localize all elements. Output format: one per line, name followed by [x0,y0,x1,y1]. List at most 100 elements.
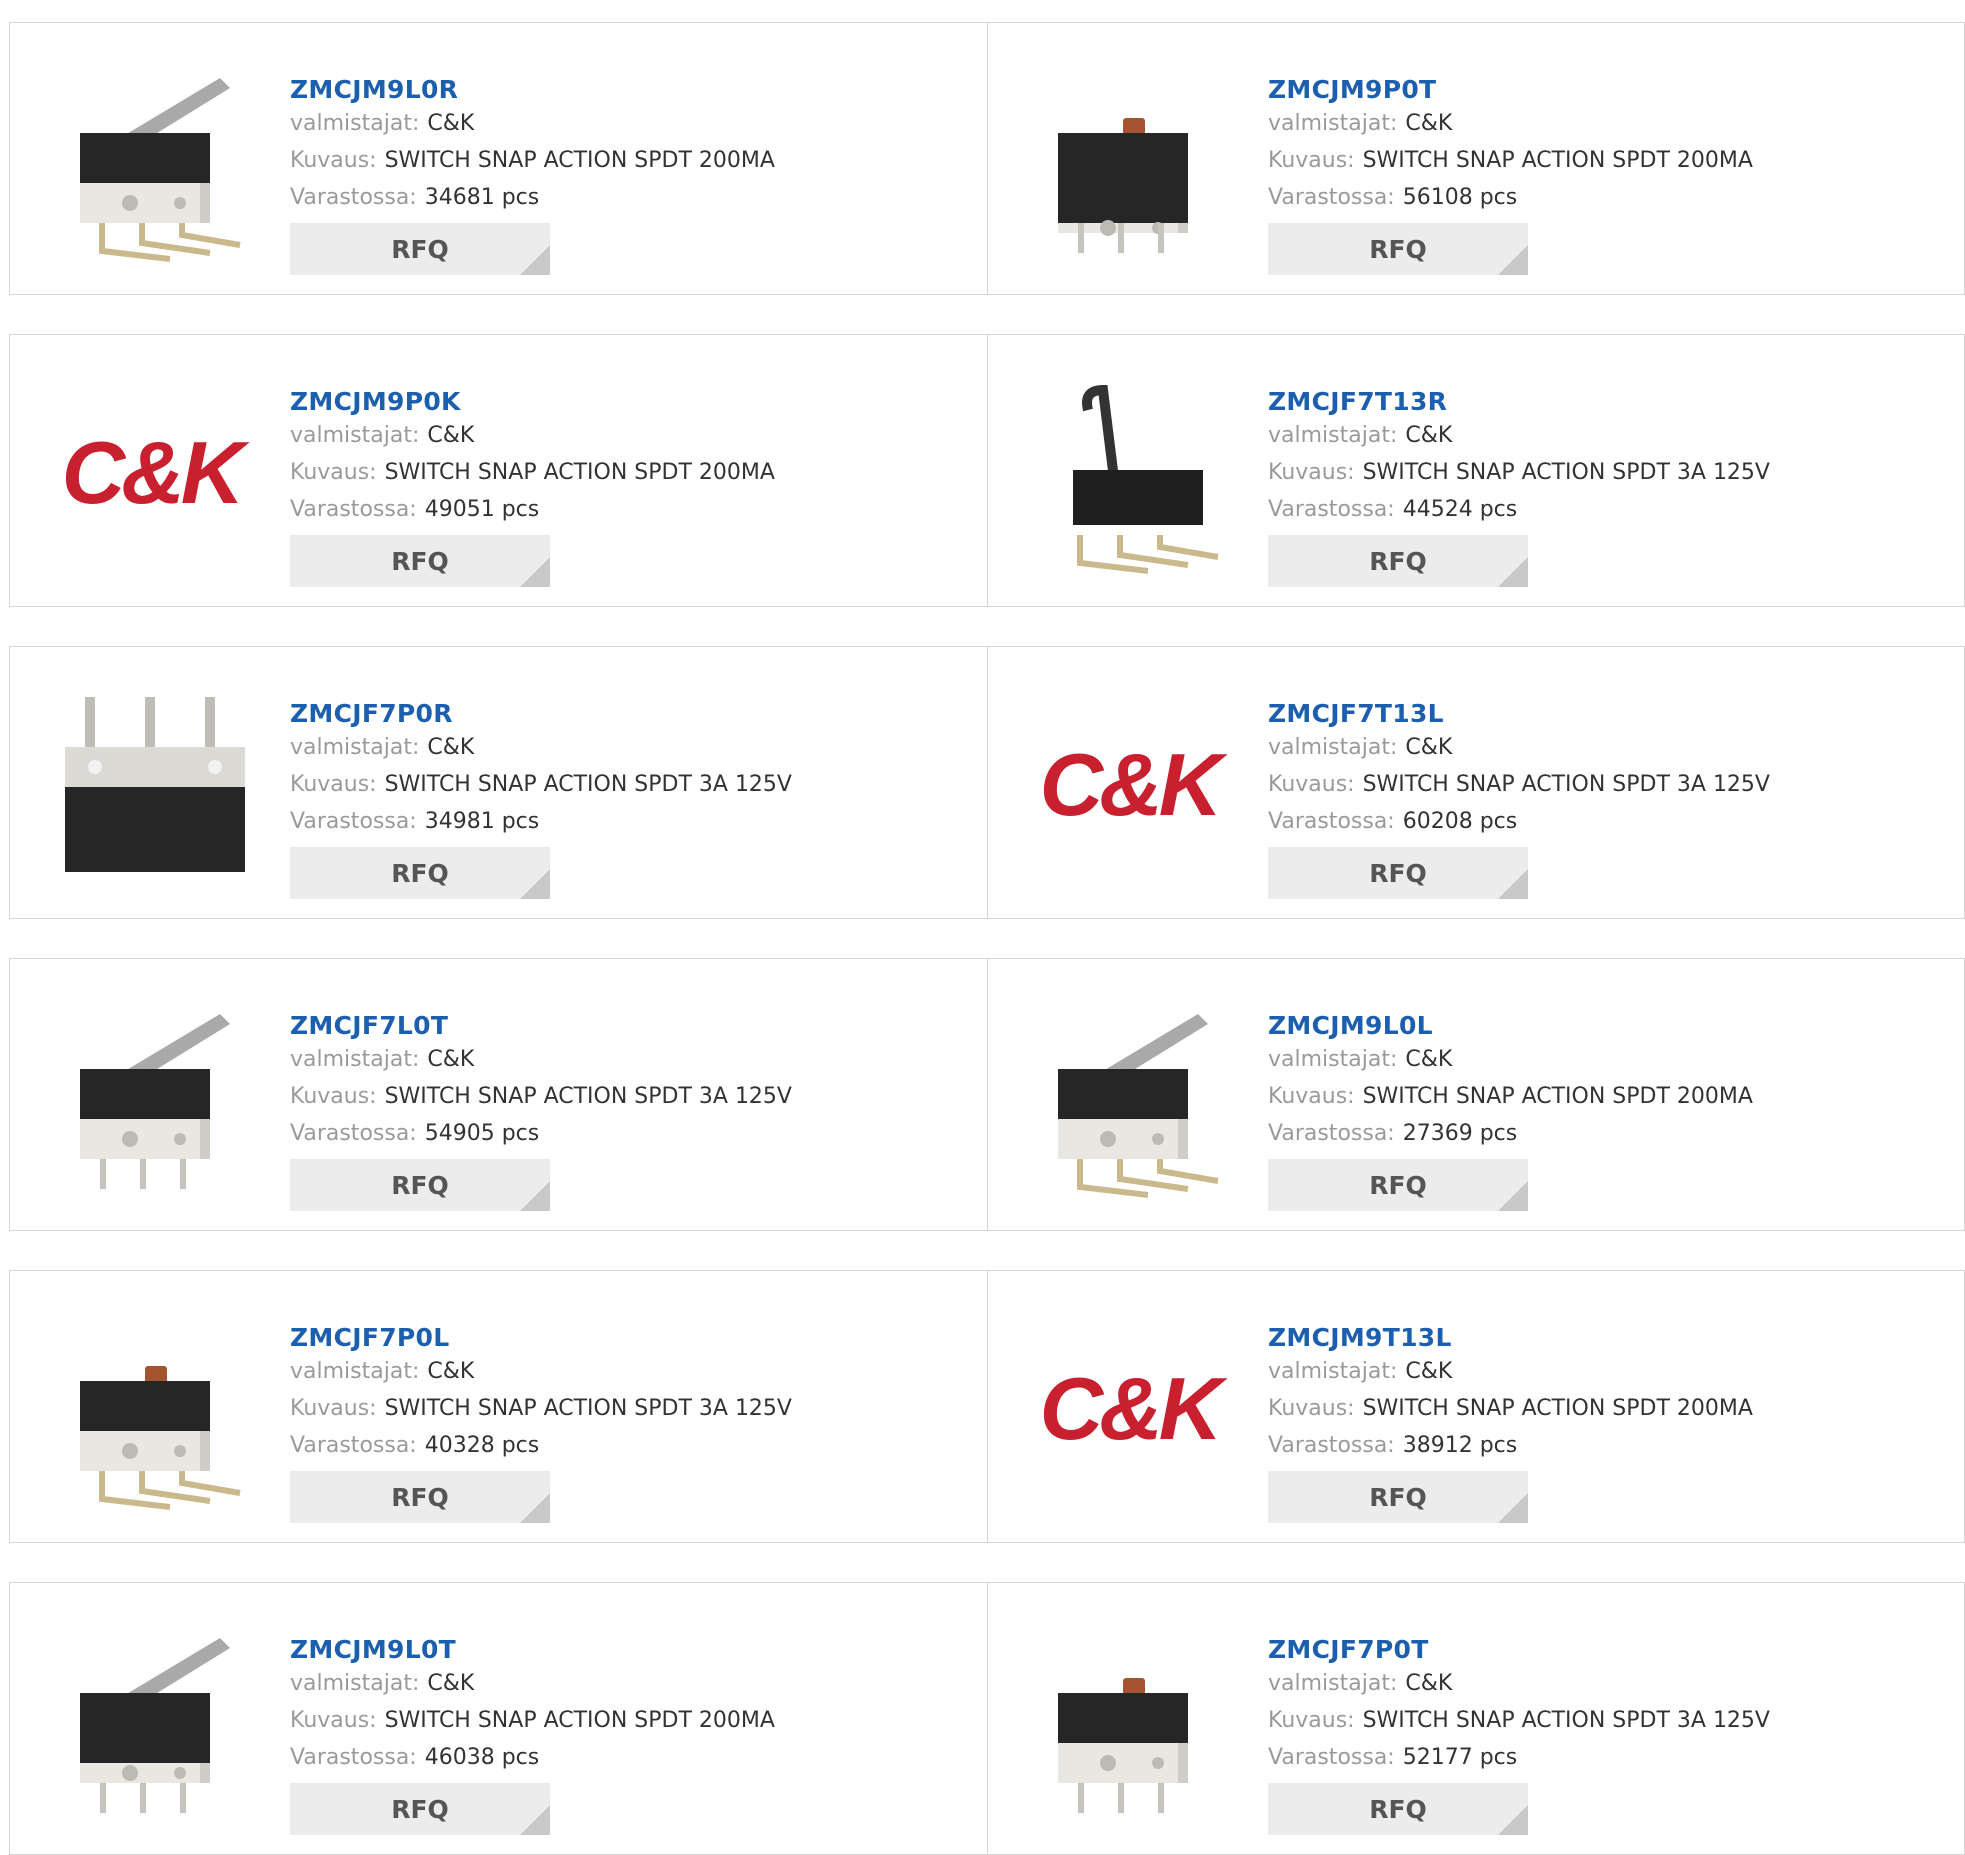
part-number-link[interactable]: ZMCJF7P0R [290,699,950,729]
stock-label: Varastossa: [1268,1433,1395,1458]
manufacturer-label: valmistajat: [1268,735,1398,760]
description-label: Kuvaus: [1268,148,1355,173]
description-line: Kuvaus: SWITCH SNAP ACTION SPDT 3A 125V [290,1078,950,1115]
part-number-link[interactable]: ZMCJF7T13L [1268,699,1928,729]
description-line: Kuvaus: SWITCH SNAP ACTION SPDT 200MA [290,142,950,179]
manufacturer-line: valmistajat: C&K [290,729,950,766]
rfq-button[interactable]: RFQ [290,847,550,899]
svg-text:C&K: C&K [1040,735,1228,834]
manufacturer-value: C&K [1405,1671,1453,1696]
corner-triangle-icon [1498,245,1528,275]
rfq-button[interactable]: RFQ [1268,223,1528,275]
corner-triangle-icon [520,1493,550,1523]
manufacturer-value: C&K [1405,111,1453,136]
ck-logo-image[interactable]: C&K [50,375,252,577]
product-row: ZMCJM9L0T valmistajat: C&K Kuvaus: SWITCH … [9,1582,1965,1855]
product-info: ZMCJM9L0T valmistajat: C&K Kuvaus: SWITCH … [290,1613,950,1776]
stock-line: Varastossa: 49051 pcs [290,491,950,528]
part-number-link[interactable]: ZMCJF7T13R [1268,387,1928,417]
product-info: ZMCJM9L0L valmistajat: C&K Kuvaus: SWITCH … [1268,989,1928,1152]
corner-triangle-icon [520,1181,550,1211]
stock-value: 34981 pcs [424,809,540,834]
rfq-button[interactable]: RFQ [1268,1783,1528,1835]
manufacturer-value: C&K [427,423,475,448]
description-label: Kuvaus: [290,1084,377,1109]
manufacturer-label: valmistajat: [290,111,420,136]
stock-label: Varastossa: [1268,185,1395,210]
product-card: ZMCJF7L0T valmistajat: C&K Kuvaus: SWITCH … [10,959,987,1230]
stock-line: Varastossa: 38912 pcs [1268,1427,1928,1464]
corner-triangle-icon [520,557,550,587]
rfq-button[interactable]: RFQ [290,223,550,275]
part-number-link[interactable]: ZMCJM9L0T [290,1635,950,1665]
rfq-button[interactable]: RFQ [290,1783,550,1835]
manufacturer-value: C&K [1405,735,1453,760]
manufacturer-line: valmistajat: C&K [290,1041,950,1078]
corner-triangle-icon [520,245,550,275]
product-info: ZMCJM9P0K valmistajat: C&K Kuvaus: SWITCH … [290,365,950,528]
part-number-link[interactable]: ZMCJF7P0L [290,1323,950,1353]
description-line: Kuvaus: SWITCH SNAP ACTION SPDT 3A 125V [290,766,950,803]
part-number-link[interactable]: ZMCJF7L0T [290,1011,950,1041]
rfq-button[interactable]: RFQ [1268,1159,1528,1211]
product-image[interactable] [50,999,252,1201]
description-value: SWITCH SNAP ACTION SPDT 200MA [1362,1396,1753,1421]
description-label: Kuvaus: [1268,1396,1355,1421]
manufacturer-label: valmistajat: [290,1047,420,1072]
product-image[interactable] [50,63,252,265]
product-image[interactable] [50,1311,252,1513]
rfq-button[interactable]: RFQ [1268,847,1528,899]
stock-line: Varastossa: 46038 pcs [290,1739,950,1776]
stock-line: Varastossa: 54905 pcs [290,1115,950,1152]
product-card: ZMCJM9L0T valmistajat: C&K Kuvaus: SWITCH … [10,1583,987,1854]
manufacturer-value: C&K [1405,1359,1453,1384]
product-card: ZMCJF7P0L valmistajat: C&K Kuvaus: SWITCH … [10,1271,987,1542]
description-label: Kuvaus: [1268,1084,1355,1109]
part-number-link[interactable]: ZMCJM9T13L [1268,1323,1928,1353]
part-number-link[interactable]: ZMCJM9L0L [1268,1011,1928,1041]
manufacturer-label: valmistajat: [1268,111,1398,136]
product-image[interactable] [1028,999,1230,1201]
product-image[interactable] [50,687,252,889]
part-number-link[interactable]: ZMCJF7P0T [1268,1635,1928,1665]
product-image[interactable] [1028,1623,1230,1825]
rfq-button[interactable]: RFQ [290,1159,550,1211]
description-line: Kuvaus: SWITCH SNAP ACTION SPDT 200MA [1268,142,1928,179]
description-value: SWITCH SNAP ACTION SPDT 200MA [384,148,775,173]
description-label: Kuvaus: [290,460,377,485]
rfq-button[interactable]: RFQ [1268,1471,1528,1523]
stock-label: Varastossa: [1268,1745,1395,1770]
stock-line: Varastossa: 60208 pcs [1268,803,1928,840]
ck-logo-image[interactable]: C&K [1028,1311,1230,1513]
ck-logo-image[interactable]: C&K [1028,687,1230,889]
rfq-button[interactable]: RFQ [1268,535,1528,587]
part-number-link[interactable]: ZMCJM9L0R [290,75,950,105]
product-row: ZMCJF7P0R valmistajat: C&K Kuvaus: SWITCH … [9,646,1965,919]
rfq-label: RFQ [391,234,449,264]
part-number-link[interactable]: ZMCJM9P0T [1268,75,1928,105]
part-number-link[interactable]: ZMCJM9P0K [290,387,950,417]
product-info: ZMCJF7P0T valmistajat: C&K Kuvaus: SWITCH … [1268,1613,1928,1776]
rfq-button[interactable]: RFQ [290,1471,550,1523]
manufacturer-label: valmistajat: [290,1671,420,1696]
stock-value: 44524 pcs [1402,497,1518,522]
svg-text:C&K: C&K [62,423,250,522]
product-image[interactable] [1028,63,1230,265]
corner-triangle-icon [520,869,550,899]
description-value: SWITCH SNAP ACTION SPDT 200MA [1362,148,1753,173]
product-info: ZMCJF7L0T valmistajat: C&K Kuvaus: SWITCH … [290,989,950,1152]
description-line: Kuvaus: SWITCH SNAP ACTION SPDT 3A 125V [290,1390,950,1427]
description-line: Kuvaus: SWITCH SNAP ACTION SPDT 3A 125V [1268,454,1928,491]
manufacturer-line: valmistajat: C&K [290,1665,950,1702]
manufacturer-line: valmistajat: C&K [290,105,950,142]
product-image[interactable] [1028,375,1230,577]
product-image[interactable] [50,1623,252,1825]
description-value: SWITCH SNAP ACTION SPDT 3A 125V [384,1396,792,1421]
stock-value: 49051 pcs [424,497,540,522]
description-line: Kuvaus: SWITCH SNAP ACTION SPDT 200MA [1268,1390,1928,1427]
rfq-button[interactable]: RFQ [290,535,550,587]
description-value: SWITCH SNAP ACTION SPDT 3A 125V [384,772,792,797]
stock-value: 34681 pcs [424,185,540,210]
manufacturer-value: C&K [427,1047,475,1072]
svg-text:C&K: C&K [1040,1359,1228,1458]
